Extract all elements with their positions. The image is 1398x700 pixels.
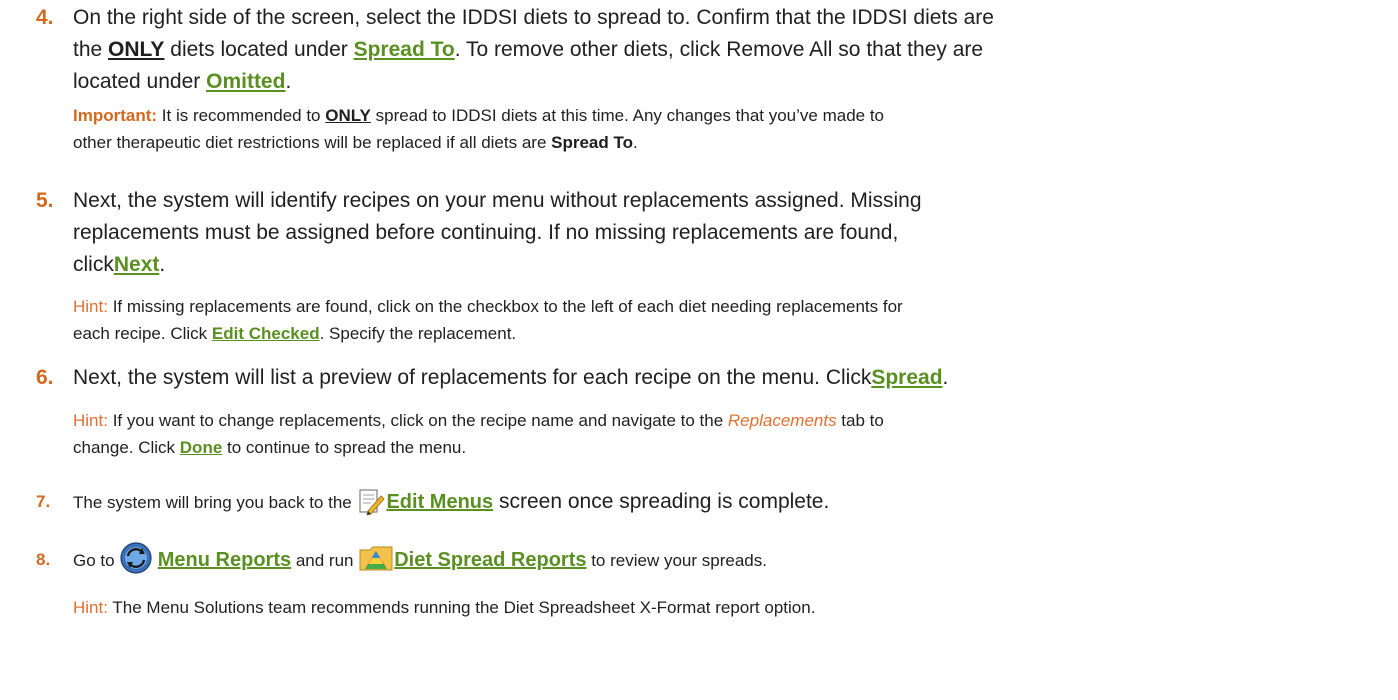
menu-reports-icon[interactable]	[119, 541, 153, 575]
omitted-link[interactable]: Omitted	[206, 70, 285, 93]
hint-label: Hint:	[73, 598, 108, 617]
edit-checked-link[interactable]: Edit Checked	[212, 324, 320, 343]
step-number: 6.	[36, 366, 54, 389]
step-number: 4.	[36, 6, 54, 29]
emphasis: Spread To	[551, 133, 633, 152]
important-label: Important:	[73, 106, 158, 125]
replacements-tab-name: Replacements	[727, 411, 837, 430]
line: replacements must be assigned before con…	[73, 221, 899, 244]
text: . Specify the replacement.	[319, 324, 517, 343]
edit-menus-link[interactable]: Edit Menus	[386, 491, 493, 513]
menu-reports-link[interactable]: Menu Reports	[158, 549, 291, 571]
next-link[interactable]: Next	[114, 253, 160, 276]
hint-note: Hint: If you want to change replacements…	[73, 407, 1362, 461]
text: click	[73, 253, 114, 276]
text: The system will bring you back to the	[73, 493, 357, 512]
line: clickNext.	[73, 249, 1362, 281]
text: screen once spreading is complete.	[493, 490, 830, 513]
line: located under Omitted.	[73, 66, 1362, 98]
important-note: Important: It is recommended to ONLY spr…	[73, 102, 1362, 156]
step-8-text: Go to Menu Reports and run Diet Spread R…	[73, 542, 1362, 580]
spread-to-link[interactable]: Spread To	[354, 38, 455, 61]
line: Next, the system will list a preview of …	[73, 362, 1362, 394]
text: located under	[73, 70, 207, 93]
step-number: 5.	[36, 189, 54, 212]
text: to review your spreads.	[586, 551, 767, 570]
text: to continue to spread the menu.	[222, 438, 467, 457]
text: It is recommended to	[157, 106, 326, 125]
step-number: 7.	[36, 492, 51, 511]
text: .	[159, 253, 166, 276]
hint-label: Hint:	[73, 411, 108, 430]
line: Hint: If you want to change replacements…	[73, 407, 1362, 434]
line: Next, the system will identify recipes o…	[73, 189, 922, 212]
text: spread to IDDSI diets at this time. Any …	[370, 106, 885, 125]
line: On the right side of the screen, select …	[73, 2, 1362, 34]
text: . To remove other diets, click Remove Al…	[454, 38, 984, 61]
text: The Menu Solutions team recommends runni…	[107, 598, 816, 617]
text: On the right side of the screen, select …	[73, 6, 994, 29]
spread-link[interactable]: Spread	[871, 366, 942, 389]
step-5-text: Next, the system will identify recipes o…	[73, 185, 1362, 281]
text: .	[942, 366, 949, 389]
text: Go to	[73, 551, 120, 570]
text: If missing replacements are found, click…	[107, 297, 903, 316]
diet-spread-reports-link[interactable]: Diet Spread Reports	[394, 549, 586, 571]
hint-note: Hint: If missing replacements are found,…	[73, 293, 1362, 347]
text: .	[285, 70, 292, 93]
text: change. Click	[73, 438, 180, 457]
emphasis: ONLY	[325, 106, 371, 125]
hint-note: Hint: The Menu Solutions team recommends…	[73, 594, 1362, 621]
text: tab to	[836, 411, 884, 430]
line: the ONLY diets located under Spread To. …	[73, 34, 1362, 66]
done-link[interactable]: Done	[180, 438, 223, 457]
hint-label: Hint:	[73, 297, 108, 316]
text: Next, the system will list a preview of …	[73, 366, 872, 389]
line: change. Click Done to continue to spread…	[73, 434, 1362, 461]
emphasis: ONLY	[108, 38, 165, 61]
text: diets located under	[164, 38, 354, 61]
text: If you want to change replacements, clic…	[107, 411, 728, 430]
text: .	[633, 133, 638, 152]
step-6-text: Next, the system will list a preview of …	[73, 362, 1362, 394]
step-7-text: The system will bring you back to the Ed…	[73, 486, 1362, 520]
step-number: 8.	[36, 550, 51, 569]
line: each recipe. Click Edit Checked. Specify…	[73, 320, 1362, 347]
line: Important: It is recommended to ONLY spr…	[73, 102, 1362, 129]
text: other therapeutic diet restrictions will…	[73, 133, 552, 152]
text: the	[73, 38, 109, 61]
line: other therapeutic diet restrictions will…	[73, 129, 1362, 156]
text: and run	[291, 551, 359, 570]
line: Hint: If missing replacements are found,…	[73, 293, 1362, 320]
text: each recipe. Click	[73, 324, 212, 343]
diet-spread-reports-icon[interactable]	[358, 542, 394, 574]
edit-menus-icon[interactable]	[356, 487, 386, 517]
step-4-text: On the right side of the screen, select …	[73, 2, 1362, 98]
